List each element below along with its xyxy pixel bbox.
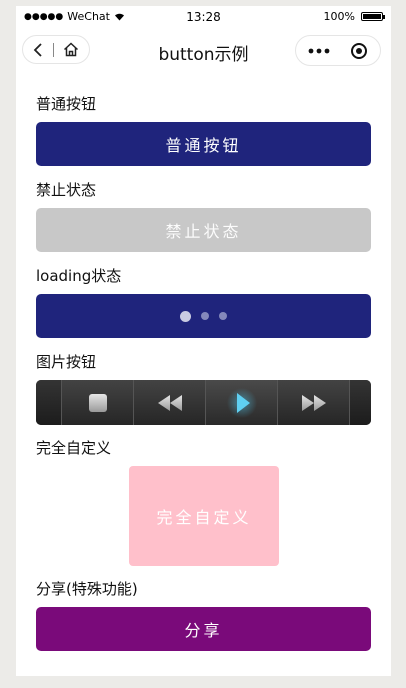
loading-button[interactable] (36, 294, 371, 338)
section-label-normal: 普通按钮 (36, 95, 97, 113)
rewind-icon (157, 394, 182, 411)
battery-icon (361, 12, 385, 21)
more-dots-icon[interactable] (308, 48, 330, 54)
battery-fill (363, 14, 381, 19)
play-button[interactable] (205, 380, 277, 425)
rewind-button[interactable] (133, 380, 205, 425)
media-bar-left-edge (36, 380, 61, 425)
custom-button[interactable]: 完全自定义 (129, 466, 279, 566)
section-label-disabled: 禁止状态 (36, 181, 97, 199)
share-button[interactable]: 分享 (36, 607, 371, 651)
disabled-button: 禁止状态 (36, 208, 371, 252)
section-label-image: 图片按钮 (36, 353, 97, 371)
normal-button[interactable]: 普通按钮 (36, 122, 371, 166)
section-label-share: 分享(特殊功能) (36, 580, 138, 598)
loading-dot (219, 312, 227, 320)
loading-indicator (180, 310, 227, 322)
image-button-bar (36, 380, 371, 425)
status-bar: ●●●●● WeChat 13:28 100% (16, 6, 391, 28)
fast-forward-icon (301, 394, 326, 411)
fast-forward-button[interactable] (277, 380, 349, 425)
media-bar-right-edge (349, 380, 371, 425)
phone-screen: ●●●●● WeChat 13:28 100% button示例 普通按钮 普通… (16, 6, 391, 676)
battery-tip (383, 15, 385, 19)
stop-icon (88, 393, 107, 412)
battery-percent: 100% (323, 10, 355, 23)
loading-dot (180, 310, 191, 322)
section-label-loading: loading状态 (36, 267, 122, 285)
loading-dot (201, 312, 209, 320)
stop-button[interactable] (61, 380, 133, 425)
target-icon[interactable] (350, 42, 368, 60)
section-label-custom: 完全自定义 (36, 439, 112, 457)
play-icon (226, 387, 257, 418)
status-right: 100% (323, 10, 385, 23)
nav-capsule-right (295, 35, 381, 66)
navigation-bar: button示例 (16, 28, 391, 72)
